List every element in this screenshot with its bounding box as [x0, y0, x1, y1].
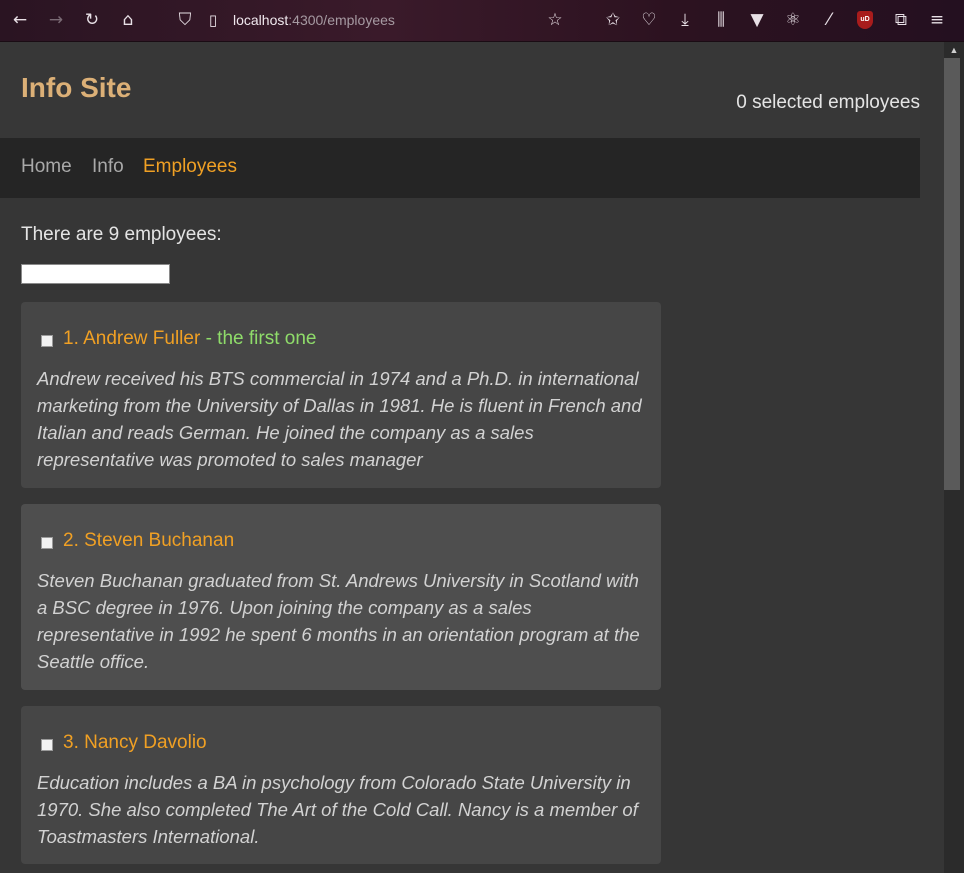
employee-card: 1. Andrew Fuller - the first one Andrew … [21, 302, 661, 488]
browser-toolbar: ← → ↻ ⌂ ⛉ ▯ localhost:4300/employees ☆ ✩… [0, 0, 964, 42]
employee-select-checkbox[interactable] [41, 537, 53, 549]
employee-name: 2. Steven Buchanan [63, 530, 235, 551]
employee-select-checkbox[interactable] [41, 739, 53, 751]
shield-icon[interactable]: ⛉ [173, 8, 197, 32]
pocket-icon[interactable]: ♡ [637, 8, 661, 32]
bookmark-star-icon[interactable]: ☆ [543, 8, 567, 32]
employee-select-checkbox[interactable] [41, 335, 53, 347]
reload-icon[interactable]: ↻ [80, 8, 104, 32]
employee-description: Steven Buchanan graduated from St. Andre… [37, 570, 640, 672]
page-viewport: Info Site 0 selected employees Home Info… [0, 42, 944, 873]
scroll-up-icon[interactable]: ▲ [944, 42, 964, 58]
employee-title: 1. Andrew Fuller - the first one [63, 328, 316, 350]
employee-card: 3. Nancy Davolio Education includes a BA… [21, 706, 661, 864]
menu-icon[interactable]: ≡ [925, 8, 949, 32]
employee-count-text: There are 9 employees: [21, 224, 222, 245]
employee-name: 1. Andrew Fuller [63, 328, 201, 349]
forward-arrow-icon[interactable]: → [44, 8, 68, 32]
url-host: localhost [233, 12, 289, 28]
employee-tag: - the first one [200, 328, 317, 349]
url-bar[interactable]: ⛉ ▯ localhost:4300/employees [175, 6, 585, 35]
main-nav: Home Info Employees [0, 138, 920, 198]
site-title: Info Site [21, 72, 132, 103]
filter-input[interactable] [21, 264, 170, 284]
back-arrow-icon[interactable]: ← [8, 8, 32, 32]
react-devtools-icon[interactable]: ⚛ [781, 8, 805, 32]
nav-info-link[interactable]: Info [92, 156, 124, 178]
nav-home-link[interactable]: Home [21, 156, 72, 178]
home-icon[interactable]: ⌂ [116, 8, 140, 32]
library-icon[interactable]: ⫼ [709, 8, 733, 32]
url-path: :4300/employees [288, 12, 395, 28]
extensions-icon[interactable]: ⧉ [889, 8, 913, 32]
download-icon[interactable]: ⤓ [673, 8, 697, 32]
employee-name: 3. Nancy Davolio [63, 732, 207, 753]
employee-description: Andrew received his BTS commercial in 19… [37, 368, 642, 470]
nav-employees-link[interactable]: Employees [143, 156, 237, 178]
url-text[interactable]: localhost:4300/employees [233, 12, 395, 28]
selected-count: 0 selected employees [736, 92, 920, 113]
eyedropper-icon[interactable]: ⁄ [817, 8, 841, 32]
vue-devtools-icon[interactable]: ▼ [745, 8, 769, 32]
site-header: Info Site 0 selected employees [0, 42, 920, 138]
page-scrollbar[interactable]: ▲ [944, 42, 964, 873]
employee-card: 2. Steven Buchanan Steven Buchanan gradu… [21, 504, 661, 690]
employee-description: Education includes a BA in psychology fr… [37, 772, 638, 847]
reading-list-icon[interactable]: ✩ [601, 8, 625, 32]
ublock-icon[interactable]: uD [857, 11, 873, 29]
scrollbar-thumb[interactable] [944, 58, 960, 490]
page-icon: ▯ [208, 11, 218, 29]
